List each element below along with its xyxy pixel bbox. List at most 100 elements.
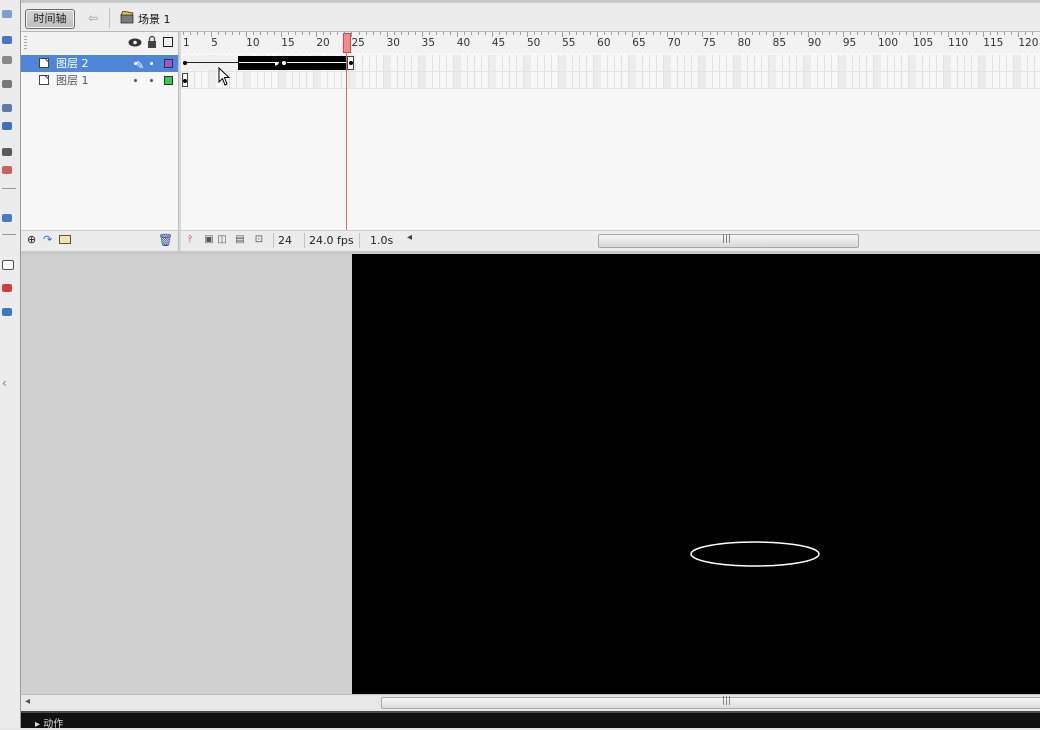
lasso-tool-icon[interactable] [2, 56, 12, 64]
ruler-tick [365, 32, 367, 35]
timeline-status-bar: ⫯ ▣ ◫ ▤ ⊡ 24 24.0 fps 1.0s ◂ ||| [181, 230, 1040, 252]
swap-colors-icon[interactable] [2, 308, 12, 316]
ruler-label: 1 [183, 37, 190, 49]
timeline-toggle-button[interactable]: 时间轴 [25, 9, 75, 29]
arrow-tool-icon[interactable] [2, 10, 12, 18]
ruler-tick [190, 32, 192, 35]
visibility-dot[interactable] [134, 79, 137, 82]
stage-canvas[interactable] [352, 254, 1040, 694]
ruler-tick [295, 32, 297, 35]
ruler-tick [505, 32, 507, 35]
ruler-label: 50 [526, 37, 541, 49]
add-motion-guide-icon[interactable]: ↷ [43, 233, 56, 246]
timeline-scrollbar[interactable]: ||| [598, 234, 859, 248]
onion-skin-icon[interactable]: ▣ [203, 234, 215, 246]
eraser-tool-icon[interactable] [2, 166, 12, 174]
eye-icon[interactable] [128, 38, 142, 47]
fill-color-icon[interactable] [2, 284, 12, 292]
frame-rate-readout[interactable]: 24.0 fps [304, 233, 358, 248]
tween-span[interactable] [238, 56, 347, 70]
arrow-left-icon[interactable]: ⇦ [85, 10, 101, 26]
lock-icon[interactable] [147, 36, 157, 48]
insert-layer-icon[interactable]: ⊕ [27, 233, 40, 246]
ruler-tick [934, 32, 936, 35]
keyframe-dot[interactable] [183, 79, 187, 83]
ruler-label: 10 [246, 37, 260, 49]
ruler-label: 110 [948, 37, 969, 49]
pencil-tool-icon[interactable] [2, 122, 12, 130]
ruler-tick [428, 32, 430, 35]
keyframe-dot[interactable] [349, 61, 353, 65]
frame-grid[interactable]: ▸ [181, 53, 1040, 230]
panel-grip[interactable] [24, 36, 27, 49]
outline-square-icon[interactable] [163, 37, 173, 47]
playhead[interactable] [343, 33, 351, 53]
actions-panel-header[interactable]: ▸ 动作 [21, 711, 1040, 730]
ruler-tick [414, 32, 416, 35]
scroll-left-icon[interactable]: ◂ [407, 232, 412, 243]
center-frame-icon[interactable]: ⫯ [184, 234, 196, 246]
layer-color-swatch[interactable] [164, 76, 173, 85]
ruler-tick [674, 32, 676, 35]
ruler-tick [534, 32, 535, 35]
scroll-left-icon[interactable]: ◂ [25, 696, 30, 707]
pasteboard[interactable] [21, 254, 352, 694]
visibility-dot[interactable] [134, 62, 137, 65]
toolbar-separator [109, 8, 110, 28]
ruler-tick [569, 32, 571, 35]
ruler-tick [688, 32, 690, 35]
ruler-tick [744, 32, 746, 35]
ruler-tick [253, 32, 255, 35]
lock-dot[interactable] [150, 62, 153, 65]
onion-outline-icon[interactable]: ◫ [216, 234, 228, 246]
ruler-tick [576, 32, 578, 35]
ruler-tick [379, 32, 381, 35]
ruler-tick [548, 32, 550, 35]
layer-row-1[interactable]: 图层 1 [21, 72, 178, 89]
ruler-label: 20 [316, 37, 330, 49]
ruler-label: 65 [632, 37, 646, 49]
ruler-tick [681, 32, 683, 35]
ruler-tick [800, 32, 802, 35]
lock-dot[interactable] [150, 79, 153, 82]
frame-row-layer-1[interactable] [181, 72, 1040, 89]
ruler-tick [1032, 32, 1034, 35]
ruler-label: 25 [351, 37, 365, 49]
ruler-label: 120 [1018, 37, 1039, 49]
ruler-tick [590, 32, 592, 35]
edit-multiple-frames-icon[interactable]: ▤ [234, 234, 246, 246]
scroll-thumb[interactable]: ||| [381, 696, 1040, 709]
ruler-label: 105 [913, 37, 934, 49]
line-tool-icon[interactable] [2, 80, 12, 88]
frame-ruler[interactable]: 1 5 10 15 20 25 30 35 40 45 50 55 60 65 70 75 80 85 90 95 10… [181, 32, 1040, 54]
stage-horizontal-scrollbar[interactable]: ◂ ||| [21, 694, 1040, 712]
layer-row-2[interactable]: 图层 2 ✎ [21, 55, 178, 72]
zoom-tool-icon[interactable] [2, 214, 12, 222]
playhead-line [346, 53, 347, 230]
ellipse-shape[interactable] [689, 539, 821, 569]
ruler-tick [400, 32, 402, 35]
ruler-tick [302, 32, 304, 35]
tween-arrow-line [183, 62, 239, 63]
keyframe-dot[interactable] [183, 61, 187, 65]
stroke-color-icon[interactable] [2, 260, 14, 270]
ruler-tick [779, 32, 781, 35]
ruler-tick [372, 32, 374, 35]
subselect-tool-icon[interactable] [2, 36, 12, 44]
ruler-tick [885, 32, 886, 35]
pen-tool-icon[interactable] [2, 104, 12, 112]
keyframe-dot[interactable] [282, 61, 286, 65]
elapsed-time-readout: 1.0s [359, 233, 397, 248]
layer-name: 图层 2 [56, 57, 89, 70]
modify-onion-markers-icon[interactable]: ⊡ [253, 234, 265, 246]
brush-tool-icon[interactable] [2, 148, 12, 156]
ruler-tick [835, 32, 837, 35]
trash-icon[interactable]: 🗑 [158, 233, 173, 247]
scene-breadcrumb[interactable]: 场景 1 [138, 11, 171, 27]
collapse-panel-icon[interactable]: ‹ [2, 376, 7, 390]
tween-arrow-line [239, 62, 279, 63]
ruler-label: 95 [842, 37, 857, 49]
frame-row-layer-2[interactable]: ▸ [181, 55, 1040, 72]
layer-color-swatch[interactable] [164, 59, 173, 68]
insert-folder-icon[interactable] [59, 235, 71, 244]
